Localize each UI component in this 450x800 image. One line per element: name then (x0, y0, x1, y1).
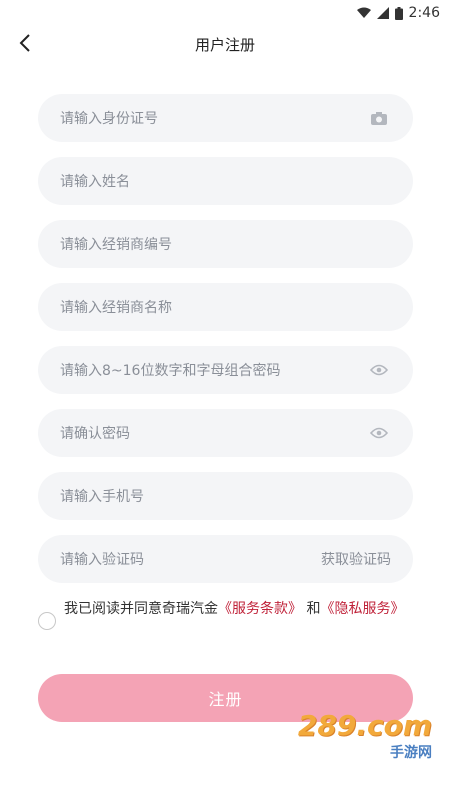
confirm-password-field[interactable]: 请确认密码 (38, 409, 413, 457)
id-number-field[interactable]: 请输入身份证号 (38, 94, 413, 142)
agreement-prefix: 我已阅读并同意奇瑞汽金 (64, 601, 218, 617)
watermark-sub: 手游网 (390, 745, 432, 761)
eye-icon[interactable] (367, 421, 391, 445)
service-terms-link[interactable]: 《服务条款》 (218, 601, 302, 617)
id-number-placeholder: 请输入身份证号 (60, 111, 158, 127)
watermark-logo: 289.com (297, 709, 432, 742)
register-form: 请输入身份证号 请输入姓名 请输入经销商编号 请输入经销商名称 请输入8~16位… (38, 94, 413, 598)
verify-code-placeholder: 请输入验证码 (60, 552, 144, 568)
status-time: 2:46 (408, 5, 440, 21)
phone-placeholder: 请输入手机号 (60, 489, 144, 505)
wifi-icon (356, 7, 371, 19)
verify-code-field[interactable]: 请输入验证码 获取验证码 (38, 535, 413, 583)
agree-checkbox[interactable] (38, 612, 56, 630)
phone-field[interactable]: 请输入手机号 (38, 472, 413, 520)
signal-icon (376, 7, 389, 19)
agreement: 我已阅读并同意奇瑞汽金《服务条款》 和《隐私服务》 (38, 596, 418, 630)
agreement-and: 和 (306, 601, 321, 617)
watermark: 289.com 手游网 (298, 712, 432, 762)
dealer-code-field[interactable]: 请输入经销商编号 (38, 220, 413, 268)
name-field[interactable]: 请输入姓名 (38, 157, 413, 205)
status-bar: 2:46 (0, 0, 450, 26)
name-placeholder: 请输入姓名 (60, 174, 130, 190)
confirm-password-placeholder: 请确认密码 (60, 426, 130, 442)
dealer-name-placeholder: 请输入经销商名称 (60, 300, 172, 316)
password-placeholder: 请输入8~16位数字和字母组合密码 (60, 363, 281, 379)
agreement-text: 我已阅读并同意奇瑞汽金《服务条款》 和《隐私服务》 (64, 596, 404, 630)
eye-icon[interactable] (367, 358, 391, 382)
dealer-code-placeholder: 请输入经销商编号 (60, 237, 172, 253)
password-field[interactable]: 请输入8~16位数字和字母组合密码 (38, 346, 413, 394)
page-title: 用户注册 (194, 35, 255, 54)
camera-icon[interactable] (367, 106, 391, 130)
back-button[interactable] (14, 32, 36, 54)
battery-icon (394, 6, 403, 20)
privacy-link[interactable]: 《隐私服务》 (320, 601, 404, 617)
get-code-button[interactable]: 获取验证码 (321, 549, 391, 569)
chevron-left-icon (19, 34, 30, 52)
header: 用户注册 (0, 26, 450, 62)
dealer-name-field[interactable]: 请输入经销商名称 (38, 283, 413, 331)
